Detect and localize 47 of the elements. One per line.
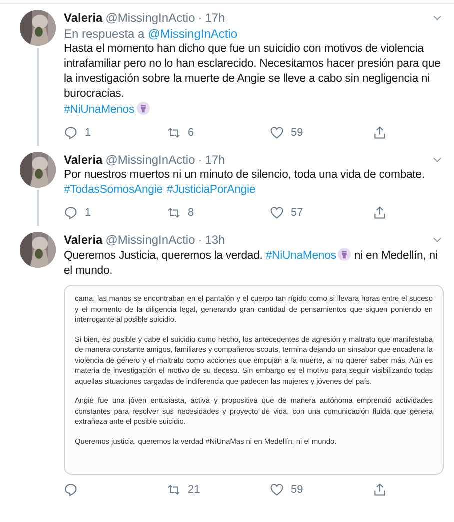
fist-icon <box>338 248 352 261</box>
author-name[interactable]: Valeria <box>64 232 103 248</box>
reply-icon[interactable] <box>64 483 78 497</box>
author-handle[interactable]: @MissingInActio <box>106 152 196 168</box>
author-name[interactable]: Valeria <box>64 152 103 168</box>
tweet-time[interactable]: 17h <box>205 10 226 26</box>
caret-icon[interactable] <box>433 237 442 243</box>
like-count: 57 <box>291 207 304 219</box>
reply-count: 1 <box>85 207 92 219</box>
tweet-time[interactable]: 17h <box>205 152 226 168</box>
heart-icon[interactable] <box>270 126 284 140</box>
retweet-icon[interactable] <box>167 206 181 220</box>
hashtag-link[interactable]: #JusticiaPorAngie <box>166 184 256 196</box>
retweet-icon[interactable] <box>167 126 181 140</box>
separator-dot: · <box>198 232 202 248</box>
heart-icon[interactable] <box>270 483 284 497</box>
hashtag-link[interactable]: #NiUnaMenos <box>64 104 135 116</box>
like-count: 59 <box>291 484 304 496</box>
share-icon[interactable] <box>373 126 387 140</box>
retweet-count: 6 <box>188 127 194 139</box>
author-handle[interactable]: @MissingInActio <box>106 10 196 26</box>
author-name[interactable]: Valeria <box>64 10 103 26</box>
share-icon[interactable] <box>373 483 387 497</box>
tweet-text: Queremos Justicia, queremos la verdad. #NiUnaMenos ni en Medellín, ni el mundo. <box>64 248 439 279</box>
retweet-count: 21 <box>188 484 200 496</box>
like-count: 59 <box>291 127 304 139</box>
mention-link[interactable]: @MissingInActio <box>148 27 238 41</box>
tweet-text: Por nuestros muertos ni un minuto de silencio, toda una vida de combate. <box>64 168 426 183</box>
reply-icon[interactable] <box>64 206 78 220</box>
hashtag-link[interactable]: #NiUnaMenos <box>266 250 336 262</box>
fist-icon <box>136 102 150 115</box>
author-handle[interactable]: @MissingInActio <box>106 232 196 248</box>
retweet-count: 8 <box>188 207 194 219</box>
retweet-icon[interactable] <box>167 483 181 497</box>
separator-dot: · <box>198 10 202 26</box>
tweet-text: Hasta el momento han dicho que fue un suicidio con motivos de violencia intrafamiliar pero no lo han esclarecido. Necesitamos hacer presión para que la investigación sobre la muerte de Angie se lleve a cabo sin negligencia ni burocracias. <box>64 42 442 102</box>
separator-dot: · <box>198 152 202 168</box>
share-icon[interactable] <box>373 206 387 220</box>
caret-icon[interactable] <box>433 15 442 21</box>
document-image[interactable] <box>64 285 444 475</box>
reply-context: En respuesta a @MissingInActio <box>64 26 239 42</box>
tweet-time[interactable]: 13h <box>205 232 226 248</box>
heart-icon[interactable] <box>270 206 284 220</box>
hashtag-link[interactable]: #TodasSomosAngie <box>64 184 163 196</box>
caret-icon[interactable] <box>433 157 442 163</box>
reply-count: 1 <box>85 127 92 139</box>
reply-icon[interactable] <box>64 126 78 140</box>
